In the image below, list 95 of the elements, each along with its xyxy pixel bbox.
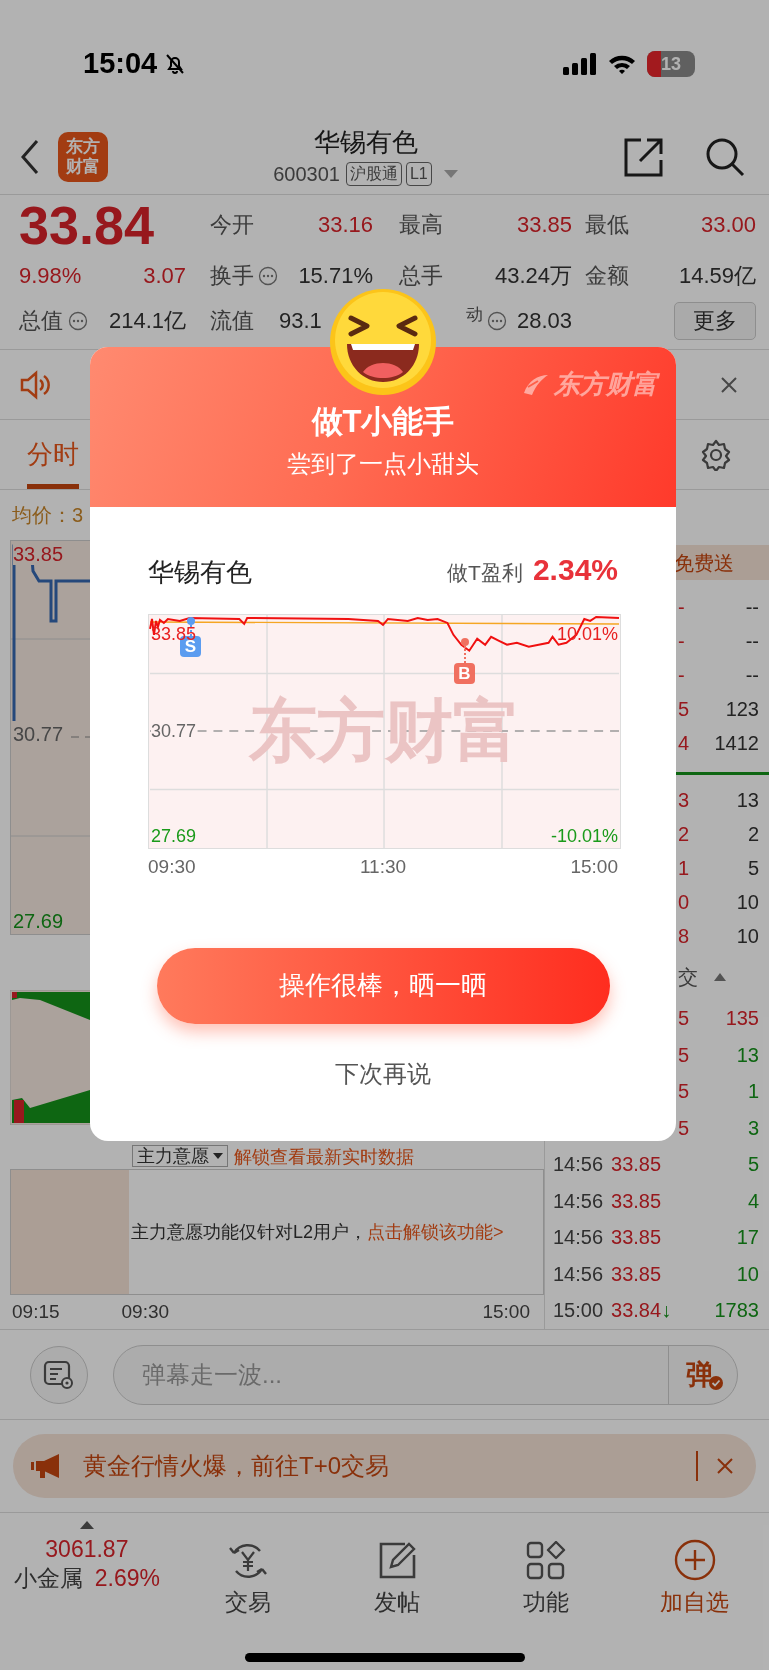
order-price: 3 <box>678 788 690 813</box>
brand-name: 东方财富 <box>554 368 658 401</box>
trade-volume: 1 <box>747 1079 759 1105</box>
stock-tag: L1 <box>405 162 432 186</box>
order-volume: 1412 <box>714 731 759 756</box>
app-logo: 东方 财富 <box>58 132 108 182</box>
trade-volume: 3 <box>747 1115 759 1141</box>
stock-name: 华锡有色 <box>148 556 252 589</box>
trade-price: 5 <box>678 1079 690 1105</box>
stat-label: 今开 <box>210 211 254 239</box>
trade-time: 14:56 <box>553 1261 604 1287</box>
stat-label: 金额 <box>585 262 629 290</box>
average-price-label: 均价：3 <box>12 503 84 528</box>
trade-volume: 17 <box>736 1225 759 1251</box>
trade-time: 14:56 <box>553 1225 604 1251</box>
stat-value: 214.1亿 <box>108 307 186 335</box>
chart-watermark: 东方财富 <box>249 695 521 765</box>
order-volume: 10 <box>736 890 759 915</box>
order-volume: 10 <box>736 924 759 949</box>
trade-time: 15:00 <box>553 1298 604 1324</box>
trade-volume: 5 <box>747 1152 759 1178</box>
change-amount: 3.07 <box>143 262 186 290</box>
axis-label: 27.69 <box>151 826 197 846</box>
trade-price: 33.85 <box>611 1261 662 1287</box>
axis-label: 27.69 <box>13 910 64 932</box>
order-volume: -- <box>745 663 759 688</box>
trades-header: 交 <box>678 964 698 990</box>
stat-label: 动 <box>465 304 483 325</box>
order-price: 1 <box>678 856 690 881</box>
stat-value: 43.24万 <box>494 262 572 290</box>
order-volume: 13 <box>736 788 759 813</box>
stat-label: 总手 <box>399 262 443 290</box>
time-label: 09:15 <box>12 1299 60 1324</box>
stat-label: 流值 <box>210 307 254 335</box>
index-value: 3061.87 <box>45 1535 129 1563</box>
profit-value: 2.34% <box>532 552 618 588</box>
notice-text: 主力意愿功能仅针对L2用户， <box>131 1220 368 1244</box>
time-label: 09:30 <box>148 855 196 879</box>
stock-title: 华锡有色 <box>313 126 418 159</box>
trade-volume: 13 <box>736 1042 759 1068</box>
stock-tag: 沪股通 <box>345 162 402 186</box>
trade-price: 33.85 <box>611 1225 662 1251</box>
order-price: 4 <box>678 731 690 756</box>
order-price: 2 <box>678 822 690 847</box>
index-change: 2.69% <box>94 1564 160 1593</box>
stat-label: 换手 <box>210 262 254 290</box>
order-volume: -- <box>745 595 759 620</box>
down-arrow: ↓ <box>661 1298 672 1324</box>
stat-value: 15.71% <box>298 262 373 290</box>
trade-volume: 4 <box>747 1188 759 1214</box>
time-label: 15:00 <box>570 855 618 879</box>
current-price: 33.84 <box>19 198 155 252</box>
stat-label: 最高 <box>399 211 443 239</box>
profit-label: 做T盈利 <box>447 560 523 586</box>
order-price: - <box>678 663 685 688</box>
axis-label: -10.01% <box>550 826 618 846</box>
stat-value: 33.16 <box>317 211 373 239</box>
stat-value: 33.85 <box>516 211 572 239</box>
trade-price: 5 <box>678 1115 690 1141</box>
order-volume: -- <box>745 629 759 654</box>
time-label: 15:00 <box>482 1299 530 1324</box>
trade-volume: 10 <box>736 1261 759 1287</box>
stat-value: 33.00 <box>700 211 756 239</box>
dialog-title: 做T小能手 <box>311 403 455 441</box>
time-label: 09:30 <box>121 1299 170 1324</box>
trade-volume: 135 <box>725 1006 759 1032</box>
trade-price: 33.84 <box>611 1298 662 1324</box>
battery-percentage: 13 <box>660 55 682 73</box>
stat-label: 总值 <box>19 307 63 335</box>
status-time: 15:04 <box>83 46 158 82</box>
trade-price: 33.85 <box>611 1188 662 1214</box>
change-percent: 9.98% <box>19 262 82 290</box>
order-price: 5 <box>678 697 690 722</box>
index-name: 小金属 <box>13 1564 83 1593</box>
trade-volume: 1783 <box>714 1298 759 1324</box>
trade-time: 14:56 <box>553 1152 604 1178</box>
order-volume: 123 <box>725 697 759 722</box>
order-volume: 5 <box>747 856 759 881</box>
trade-price: 5 <box>678 1042 690 1068</box>
trade-price: 5 <box>678 1006 690 1032</box>
order-price: - <box>678 595 685 620</box>
axis-label: 33.85 <box>13 543 64 565</box>
stock-code: 600301 <box>273 162 340 187</box>
stat-value: 14.59亿 <box>678 262 756 290</box>
stat-label: 最低 <box>585 211 629 239</box>
trade-price: 33.85 <box>611 1152 662 1178</box>
stat-value: 28.03 <box>516 307 572 335</box>
time-label: 11:30 <box>359 855 407 879</box>
stat-value: 93.1 <box>279 307 322 335</box>
order-price: - <box>678 629 685 654</box>
order-price: 8 <box>678 924 690 949</box>
order-price: 0 <box>678 890 690 915</box>
order-volume: 2 <box>747 822 759 847</box>
dialog-subtitle: 尝到了一点小甜头 <box>287 449 479 479</box>
trade-time: 14:56 <box>553 1188 604 1214</box>
